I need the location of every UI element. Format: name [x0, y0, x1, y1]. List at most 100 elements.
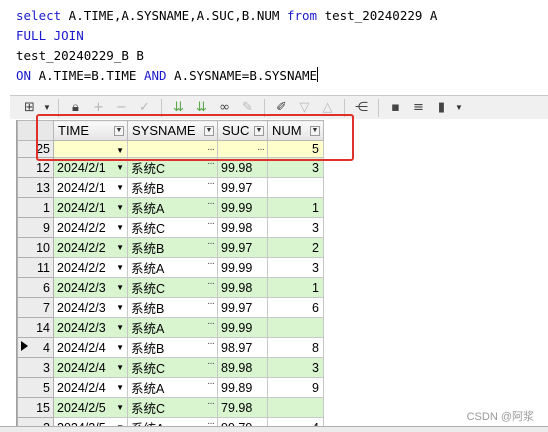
num-cell[interactable]: 5 — [267, 140, 324, 158]
dropdown-icon[interactable]: ▼ — [116, 363, 124, 372]
dropdown-icon[interactable]: ▼ — [116, 183, 124, 192]
suc-cell[interactable]: 79.98 — [217, 397, 268, 418]
dropdown-icon[interactable]: ▼ — [116, 243, 124, 252]
ellipsis-icon[interactable]: ··· — [207, 279, 215, 290]
time-cell[interactable]: 2024/2/2 ▼ — [53, 217, 128, 238]
num-cell[interactable]: 1 — [267, 197, 324, 218]
dropdown-icon[interactable]: ▼ — [116, 223, 124, 232]
chevron-down-icon[interactable]: ▼ — [43, 103, 51, 112]
row-number[interactable]: 25 — [17, 140, 54, 158]
num-cell[interactable]: 3 — [267, 157, 324, 178]
sysname-cell[interactable]: 系统A ··· — [127, 257, 218, 278]
row-number[interactable]: 4 — [17, 337, 54, 358]
ellipsis-icon[interactable]: ··· — [207, 259, 215, 270]
ellipsis-icon[interactable]: ··· — [257, 144, 265, 155]
num-cell[interactable]: 3 — [267, 357, 324, 378]
sysname-cell[interactable]: 系统C ··· — [127, 277, 218, 298]
dropdown-icon[interactable]: ▼ — [116, 203, 124, 212]
dropdown-icon[interactable]: ▼ — [116, 383, 124, 392]
suc-cell[interactable]: 99.98 — [217, 157, 268, 178]
suc-cell[interactable]: 99.98 — [217, 277, 268, 298]
suc-cell[interactable]: 99.97 — [217, 297, 268, 318]
num-cell[interactable]: 9 — [267, 377, 324, 398]
sysname-cell[interactable]: 系统A ··· — [127, 317, 218, 338]
num-cell[interactable]: 6 — [267, 297, 324, 318]
row-number[interactable]: 10 — [17, 237, 54, 258]
suc-cell[interactable]: 99.99 — [217, 197, 268, 218]
num-cell[interactable]: 3 — [267, 217, 324, 238]
down-arrows2-icon[interactable]: ⇊ — [192, 98, 211, 117]
row-number[interactable]: 11 — [17, 257, 54, 278]
corner-cell[interactable] — [17, 120, 54, 141]
row-number[interactable]: 1 — [17, 197, 54, 218]
num-cell[interactable]: 2 — [267, 237, 324, 258]
suc-cell[interactable]: ··· — [217, 140, 268, 158]
chart-icon[interactable]: ▮ — [432, 98, 451, 117]
num-cell[interactable]: 8 — [267, 337, 324, 358]
check-icon[interactable]: ✓ — [135, 98, 154, 117]
sort-dropdown-icon[interactable]: ▼ — [114, 126, 124, 136]
sql-editor[interactable]: select A.TIME,A.SYSNAME,A.SUC,B.NUM from… — [0, 0, 548, 88]
ellipsis-icon[interactable]: ··· — [207, 299, 215, 310]
sysname-cell[interactable]: 系统C ··· — [127, 157, 218, 178]
column-header-suc[interactable]: SUC ▼ — [217, 120, 268, 141]
dropdown-icon[interactable]: ▼ — [116, 283, 124, 292]
time-cell[interactable]: 2024/2/3 ▼ — [53, 277, 128, 298]
time-cell[interactable]: ▼ — [53, 140, 128, 158]
sysname-cell[interactable]: 系统C ··· — [127, 357, 218, 378]
ellipsis-icon[interactable]: ··· — [207, 419, 215, 427]
time-cell[interactable]: 2024/2/4 ▼ — [53, 337, 128, 358]
num-cell[interactable] — [267, 397, 324, 418]
dropdown-icon[interactable]: ▼ — [116, 303, 124, 312]
ellipsis-icon[interactable]: ··· — [207, 379, 215, 390]
time-cell[interactable]: 2024/2/1 ▼ — [53, 177, 128, 198]
num-cell[interactable] — [267, 177, 324, 198]
dropdown-icon[interactable]: ▼ — [116, 263, 124, 272]
num-cell[interactable]: 1 — [267, 277, 324, 298]
ellipsis-icon[interactable]: ··· — [207, 239, 215, 250]
suc-cell[interactable]: 99.89 — [217, 377, 268, 398]
database-icon[interactable]: ≡ — [409, 98, 428, 117]
sort-dropdown-icon[interactable]: ▼ — [204, 126, 214, 136]
suc-cell[interactable]: 98.97 — [217, 337, 268, 358]
sysname-cell[interactable]: 系统A ··· — [127, 197, 218, 218]
time-cell[interactable]: 2024/2/2 ▼ — [53, 237, 128, 258]
triangle-icon[interactable]: △ — [318, 98, 337, 117]
ellipsis-icon[interactable]: ··· — [207, 339, 215, 350]
table-row[interactable]: 4 2024/2/4 ▼ 系统B ··· 98.97 8 — [17, 337, 324, 358]
save-icon[interactable]: ▪ — [386, 98, 405, 117]
time-cell[interactable]: 2024/2/4 ▼ — [53, 377, 128, 398]
ellipsis-icon[interactable]: ··· — [207, 219, 215, 230]
suc-cell[interactable]: 99.99 — [217, 257, 268, 278]
table-row[interactable]: 7 2024/2/3 ▼ 系统B ··· 99.97 6 — [17, 297, 324, 318]
row-number[interactable]: 9 — [17, 217, 54, 238]
table-row[interactable]: 15 2024/2/5 ▼ 系统C ··· 79.98 — [17, 397, 324, 418]
column-header-num[interactable]: NUM ▼ — [267, 120, 324, 141]
sort-dropdown-icon[interactable]: ▼ — [310, 126, 320, 136]
dropdown-icon[interactable]: ▼ — [116, 163, 124, 172]
suc-cell[interactable]: 99.99 — [217, 317, 268, 338]
dropdown-icon[interactable]: ▼ — [116, 403, 124, 412]
row-number[interactable]: 14 — [17, 317, 54, 338]
time-cell[interactable]: 2024/2/1 ▼ — [53, 157, 128, 178]
dropdown-icon[interactable]: ▼ — [116, 343, 124, 352]
table-row[interactable]: 3 2024/2/4 ▼ 系统C ··· 89.98 3 — [17, 357, 324, 378]
remove-icon[interactable]: − — [112, 98, 131, 117]
table-row[interactable]: 5 2024/2/4 ▼ 系统A ··· 99.89 9 — [17, 377, 324, 398]
ellipsis-icon[interactable]: ··· — [207, 159, 215, 170]
row-number[interactable]: 12 — [17, 157, 54, 178]
table-row[interactable]: 11 2024/2/2 ▼ 系统A ··· 99.99 3 — [17, 257, 324, 278]
sort-dropdown-icon[interactable]: ▼ — [254, 126, 264, 136]
time-cell[interactable]: 2024/2/1 ▼ — [53, 197, 128, 218]
suc-cell[interactable]: 99.98 — [217, 217, 268, 238]
num-cell[interactable]: 3 — [267, 257, 324, 278]
ellipsis-icon[interactable]: ··· — [207, 199, 215, 210]
add-icon[interactable]: + — [89, 98, 108, 117]
row-number[interactable]: 15 — [17, 397, 54, 418]
suc-cell[interactable]: 89.98 — [217, 357, 268, 378]
ellipsis-icon[interactable]: ··· — [207, 319, 215, 330]
ellipsis-icon[interactable]: ··· — [207, 359, 215, 370]
table-row[interactable]: 6 2024/2/3 ▼ 系统C ··· 99.98 1 — [17, 277, 324, 298]
suc-cell[interactable]: 99.97 — [217, 237, 268, 258]
suc-cell[interactable]: 99.97 — [217, 177, 268, 198]
